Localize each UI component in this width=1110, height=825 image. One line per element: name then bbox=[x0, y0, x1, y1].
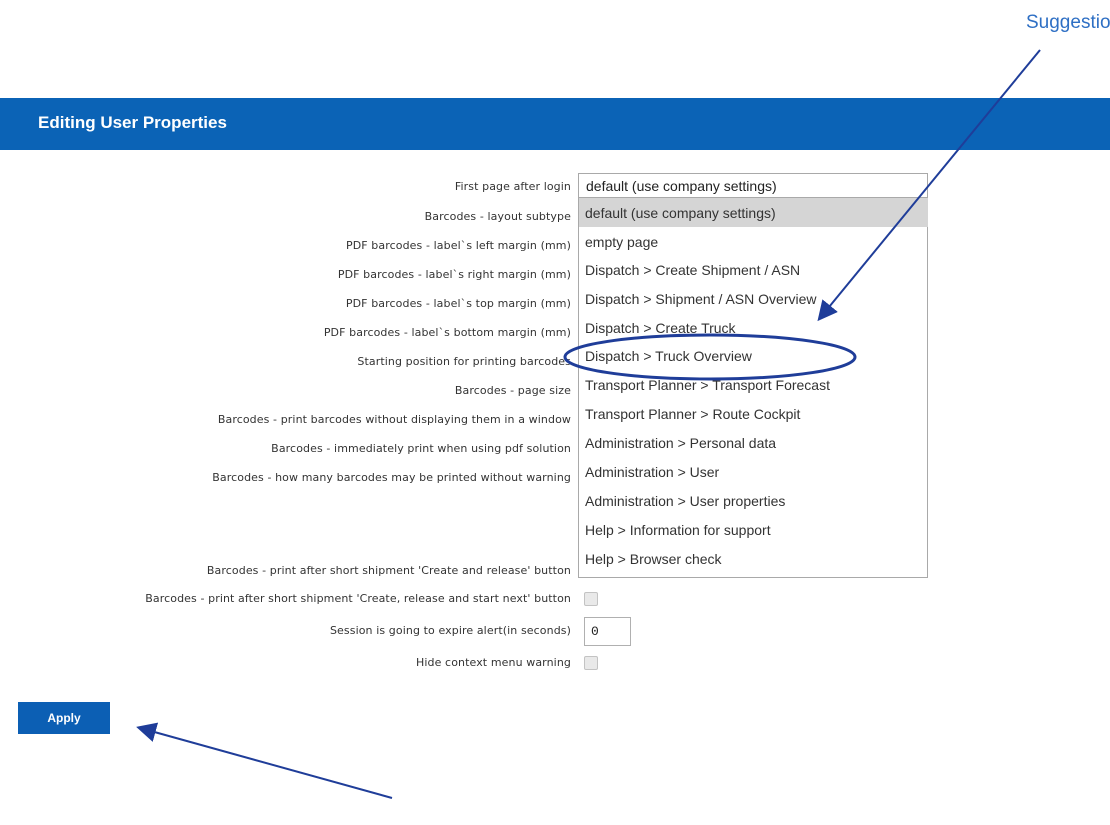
screenshot-root: Suggestion Editing User Properties First… bbox=[0, 0, 1110, 825]
apply-button-arrow bbox=[136, 722, 393, 799]
annotation-overlay bbox=[136, 49, 1041, 799]
highlight-ellipse bbox=[563, 333, 857, 381]
suggestion-arrow bbox=[817, 49, 1041, 322]
